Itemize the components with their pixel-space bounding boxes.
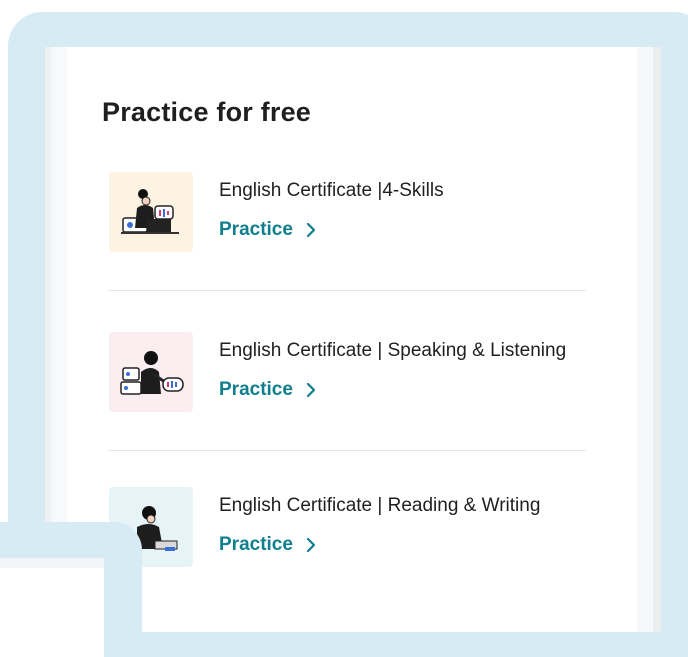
- chevron-right-icon: [305, 222, 317, 238]
- practice-item-reading-writing: English Certificate | Reading & Writing …: [109, 487, 629, 567]
- practice-link[interactable]: Practice: [219, 534, 317, 556]
- practice-link-label: Practice: [219, 219, 293, 240]
- item-divider: [108, 450, 586, 451]
- item-title: English Certificate | Speaking & Listeni…: [219, 340, 567, 361]
- overlay-inner-card: [0, 558, 104, 657]
- practice-item-speaking-listening: English Certificate | Speaking & Listeni…: [109, 332, 629, 412]
- person-at-laptop-illustration-icon: [109, 172, 193, 252]
- item-title: English Certificate |4-Skills: [219, 180, 444, 201]
- overlay-panel: [0, 522, 142, 657]
- practice-link-label: Practice: [219, 534, 293, 555]
- item-title: English Certificate | Reading & Writing: [219, 495, 541, 516]
- item-divider: [108, 290, 586, 291]
- practice-link-label: Practice: [219, 379, 293, 400]
- screenshot-stage: Practice for free English Certificate |4…: [0, 0, 688, 657]
- practice-link[interactable]: Practice: [219, 219, 317, 241]
- card-rail-right: [637, 47, 661, 632]
- chevron-right-icon: [305, 382, 317, 398]
- practice-item-4-skills: English Certificate |4-Skills Practice: [109, 172, 629, 252]
- section-title: Practice for free: [102, 97, 311, 127]
- overlay-inner-rail: [0, 558, 104, 568]
- practice-link[interactable]: Practice: [219, 379, 317, 401]
- person-speaking-illustration-icon: [109, 332, 193, 412]
- chevron-right-icon: [305, 537, 317, 553]
